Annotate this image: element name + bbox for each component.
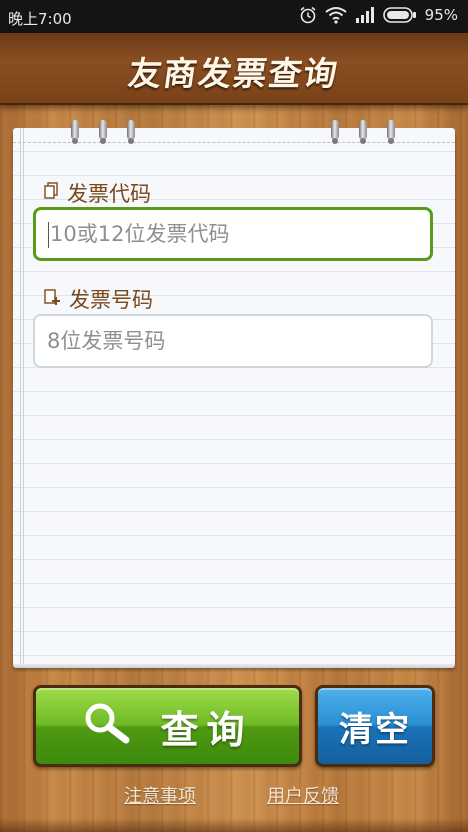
invoice-code-placeholder: 10或12位发票代码	[50, 222, 230, 246]
invoice-code-label: 发票代码	[43, 178, 151, 208]
document-icon	[43, 181, 59, 205]
binder-ring-icon	[387, 120, 395, 144]
clear-button-label: 清空	[339, 709, 411, 750]
status-bar: 晚上7:00 95%	[0, 0, 468, 33]
binder-ring-icon	[99, 120, 107, 144]
clear-button[interactable]: 清空	[315, 685, 435, 767]
binder-ring-icon	[71, 120, 79, 144]
title-bar: 友商发票查询	[0, 33, 468, 105]
margin-line	[20, 128, 21, 664]
feedback-link[interactable]: 用户反馈	[267, 782, 339, 808]
binder-ring-icon	[359, 120, 367, 144]
app-title: 友商发票查询	[125, 54, 342, 93]
invoice-number-input[interactable]: 8位发票号码	[33, 314, 433, 368]
bottom-edge	[0, 818, 468, 832]
invoice-number-placeholder: 8位发票号码	[47, 329, 166, 353]
notes-link[interactable]: 注意事项	[124, 782, 196, 808]
invoice-number-label: 发票号码	[43, 284, 153, 314]
document-add-icon	[43, 287, 61, 311]
battery-percent: 95%	[424, 6, 458, 24]
search-icon	[82, 700, 134, 753]
status-time: 晚上7:00	[8, 10, 72, 28]
binder-ring-icon	[331, 120, 339, 144]
margin-line	[23, 128, 24, 664]
binder-ring-icon	[127, 120, 135, 144]
invoice-number-label-text: 发票号码	[69, 288, 153, 312]
status-icons: 95%	[299, 6, 458, 24]
invoice-code-label-text: 发票代码	[67, 182, 151, 206]
invoice-code-input[interactable]: 10或12位发票代码	[33, 207, 433, 261]
alarm-icon	[300, 6, 316, 24]
signal-icon	[355, 7, 374, 23]
query-button[interactable]: 查询	[33, 685, 302, 767]
notepad-card: 发票代码 10或12位发票代码 发票号码 8位发票号码	[13, 120, 455, 664]
text-caret	[48, 222, 49, 248]
battery-icon	[382, 7, 416, 23]
query-button-label: 查询	[160, 707, 253, 752]
wifi-icon	[325, 7, 347, 24]
